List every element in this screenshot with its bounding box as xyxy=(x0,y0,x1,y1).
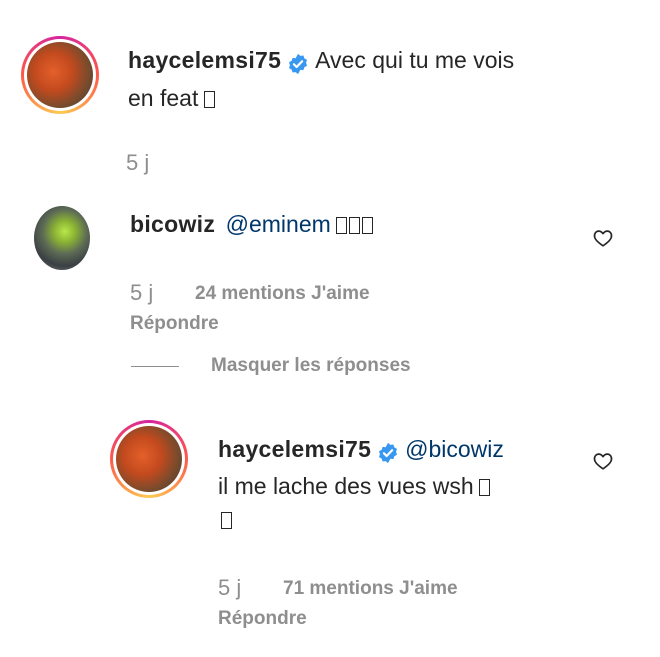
reply2-mention[interactable]: @bicowiz xyxy=(405,436,504,462)
avatar-image xyxy=(116,426,182,492)
emoji-placeholder-icon xyxy=(203,91,215,108)
reply1-username[interactable]: bicowiz xyxy=(130,211,215,237)
main-comment-username[interactable]: haycelemsi75 xyxy=(128,47,281,73)
reply2-reply-button[interactable]: Répondre xyxy=(218,608,307,630)
reply2-time[interactable]: 5 j xyxy=(218,575,241,601)
avatar-image xyxy=(27,42,93,108)
emoji-placeholder-icon xyxy=(479,479,491,496)
avatar-haycelemsi75-reply[interactable] xyxy=(110,420,188,498)
reply1-time[interactable]: 5 j xyxy=(130,280,153,306)
avatar-inner xyxy=(24,39,96,111)
emoji-placeholder-icon xyxy=(362,217,374,234)
reply1-reply-button[interactable]: Répondre xyxy=(130,313,219,335)
avatar-inner xyxy=(113,423,185,495)
reply2-text: il me lache des vues wsh xyxy=(218,473,474,499)
main-comment-line2: en feat xyxy=(128,85,216,112)
main-comment-text: Avec qui tu me vois xyxy=(315,47,515,73)
reply2-line1: haycelemsi75 @bicowiz xyxy=(218,436,504,464)
heart-outline-icon[interactable] xyxy=(592,450,614,472)
avatar-bicowiz[interactable] xyxy=(34,206,90,270)
emoji-placeholder-icon xyxy=(336,217,348,234)
reply1-line: bicowiz @eminem xyxy=(130,211,374,238)
emoji-placeholder-icon xyxy=(349,217,361,234)
emoji-placeholder-icon xyxy=(221,512,232,529)
heart-outline-icon[interactable] xyxy=(592,227,614,249)
hide-replies-divider xyxy=(131,366,179,367)
reply1-likes[interactable]: 24 mentions J'aime xyxy=(195,283,370,305)
verified-badge-icon xyxy=(378,442,397,463)
main-comment-time[interactable]: 5 j xyxy=(126,150,149,176)
verified-badge-icon xyxy=(288,53,307,74)
main-comment-text-cont: en feat xyxy=(128,85,199,111)
reply2-likes[interactable]: 71 mentions J'aime xyxy=(283,578,458,600)
reply1-mention[interactable]: @eminem xyxy=(226,211,331,237)
avatar-haycelemsi75[interactable] xyxy=(21,36,99,114)
reply2-line3 xyxy=(220,512,233,532)
reply2-line2: il me lache des vues wsh xyxy=(218,473,491,500)
hide-replies-button[interactable]: Masquer les réponses xyxy=(211,355,411,377)
reply2-username[interactable]: haycelemsi75 xyxy=(218,436,371,462)
main-comment-line1: haycelemsi75 Avec qui tu me vois xyxy=(128,47,514,75)
